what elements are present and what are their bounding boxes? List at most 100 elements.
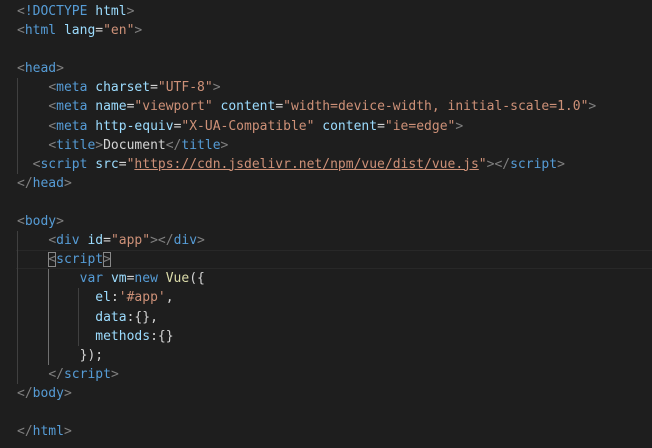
code-line[interactable]: <script> <box>0 250 652 270</box>
code-token: = <box>118 156 127 172</box>
code-token: head <box>24 61 57 77</box>
code-token: div <box>173 233 198 249</box>
code-token: > <box>95 137 104 153</box>
code-token: "en" <box>103 23 135 39</box>
code-token: > <box>455 118 464 134</box>
code-token: script <box>40 156 88 172</box>
code-lines: <!DOCTYPE html> <html lang="en"> <head> <m… <box>0 2 652 441</box>
code-token: > <box>134 23 143 39</box>
code-token: = <box>275 99 284 115</box>
code-token: </ <box>48 366 64 382</box>
code-token: div <box>56 233 80 249</box>
code-line[interactable]: <title>Document</title> <box>0 135 652 155</box>
code-token: < <box>48 99 57 115</box>
code-token: data <box>95 309 127 325</box>
code-token: ></ <box>486 156 511 172</box>
code-line[interactable] <box>0 193 652 212</box>
code-token: > <box>103 252 111 268</box>
code-token: < <box>48 252 57 268</box>
code-token: "X-UA-Compatible" <box>181 118 315 134</box>
code-token: < <box>17 4 25 19</box>
code-line[interactable]: <meta name="viewport" content="width=dev… <box>0 97 652 117</box>
code-line[interactable]: </body> <box>0 384 652 403</box>
code-token: meta <box>56 80 88 96</box>
code-token: script <box>510 156 558 172</box>
code-token: new <box>134 271 158 287</box>
code-token: "viewport" <box>134 99 213 115</box>
code-token: head <box>32 175 64 191</box>
code-line[interactable]: </head> <box>0 174 652 193</box>
code-token: "UTF-8" <box>157 80 213 96</box>
code-line[interactable]: <!DOCTYPE html> <box>0 2 652 21</box>
code-token: id <box>87 233 104 249</box>
code-token: > <box>557 156 565 172</box>
code-token: , <box>165 290 174 306</box>
code-line[interactable]: <meta http-equiv = "X-UA-Compatible" conte… <box>0 116 652 136</box>
code-token: = <box>377 118 385 134</box>
code-line[interactable] <box>0 403 652 422</box>
code-token: > <box>63 385 72 401</box>
code-token: :{} <box>150 328 174 344</box>
code-token: http-equiv <box>95 118 174 134</box>
code-line[interactable]: <body> <box>0 212 652 231</box>
code-token: meta <box>56 99 88 115</box>
code-token: < <box>17 61 25 77</box>
code-token: html <box>24 23 57 39</box>
code-line[interactable]: }); <box>0 345 652 365</box>
code-line[interactable]: data:{}, <box>0 307 652 327</box>
code-line[interactable]: el:'#app', <box>0 288 652 308</box>
code-token: html <box>32 424 64 440</box>
code-token: https://cdn.jsdelivr.net/npm/vue/dist/vu… <box>134 156 479 172</box>
code-token: name <box>95 99 127 115</box>
code-token: > <box>56 61 64 77</box>
code-token: < <box>48 80 57 96</box>
code-token: Document <box>103 137 166 153</box>
code-token: > <box>588 99 597 115</box>
code-token: '#app' <box>118 290 166 306</box>
code-token: body <box>24 214 57 230</box>
code-token: < <box>48 233 57 249</box>
code-token: html <box>95 4 127 19</box>
code-token: title <box>56 137 96 153</box>
code-editor[interactable]: <!DOCTYPE html> <html lang="en"> <head> <m… <box>0 0 652 448</box>
code-line[interactable]: methods:{} <box>0 326 652 346</box>
code-token: title <box>181 137 221 153</box>
code-token: = <box>150 80 158 96</box>
code-line[interactable]: <meta charset="UTF-8"> <box>0 78 652 98</box>
code-token: < <box>17 214 25 230</box>
code-token: < <box>17 23 25 39</box>
code-line[interactable] <box>0 40 652 59</box>
code-token: ({ <box>189 271 205 287</box>
code-token: :{}, <box>126 309 158 325</box>
code-token: > <box>56 214 64 230</box>
code-token: vm <box>110 271 127 287</box>
code-token: > <box>197 233 205 249</box>
code-token: </ <box>165 137 182 153</box>
code-token: content <box>322 118 378 134</box>
code-token: ></ <box>150 233 174 249</box>
code-token: = <box>95 23 104 39</box>
code-line[interactable]: var vm=new Vue({ <box>0 269 652 289</box>
code-line[interactable]: <div id="app"></div> <box>0 231 652 251</box>
code-token: </ <box>17 175 33 191</box>
code-token: "ie=edge" <box>384 118 456 134</box>
code-line[interactable]: <head> <box>0 59 652 78</box>
code-token: charset <box>95 80 151 96</box>
code-line[interactable]: </script> <box>0 364 652 384</box>
code-line[interactable]: <html lang="en"> <box>0 21 652 40</box>
code-line[interactable]: <script src="https://cdn.jsdelivr.net/np… <box>0 154 652 174</box>
code-line[interactable]: </html> <box>0 422 652 441</box>
code-token: var <box>79 271 104 287</box>
